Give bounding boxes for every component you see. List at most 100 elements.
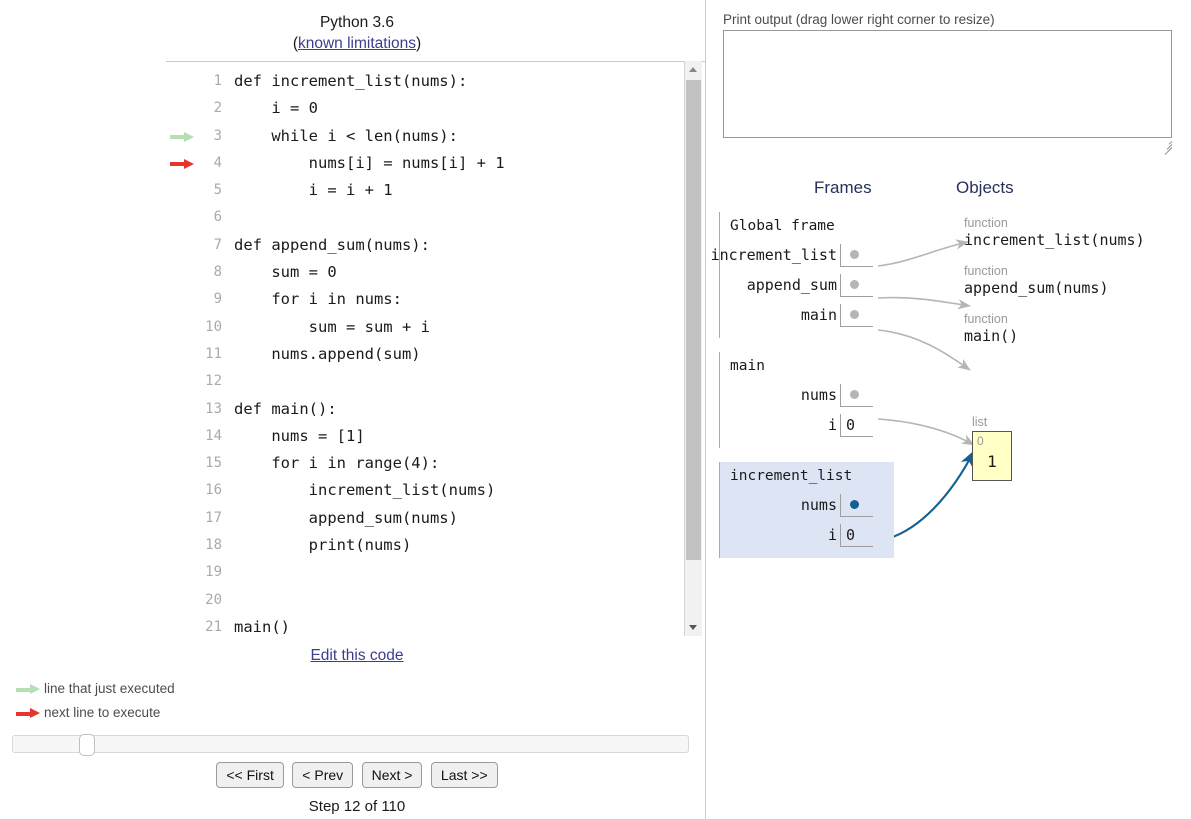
code-viewport[interactable]: 1 def increment_list(nums): 2 i = 03 while… [166, 68, 688, 636]
line-code: for i in nums: [234, 290, 402, 309]
frames-column: Global frame increment_list append_summain… [711, 212, 894, 572]
code-line-arrow-cell [166, 177, 196, 204]
first-button[interactable]: << First [216, 762, 284, 788]
line-code: main() [234, 617, 290, 636]
pointer-dot-icon [850, 280, 859, 289]
list-type-label: list [972, 415, 988, 429]
frame-variable-row: increment_list [711, 240, 894, 270]
edit-this-code-link[interactable]: Edit this code [166, 647, 548, 665]
object-label: main() [964, 327, 1019, 345]
step-counter: Step 12 of 110 [308, 798, 406, 815]
code-header: Python 3.6 (known limitations) [166, 12, 548, 54]
code-line[interactable]: 10 sum = sum + i [166, 314, 688, 341]
last-button[interactable]: Last >> [430, 762, 498, 788]
pointer-dot-icon [850, 390, 859, 399]
code-line[interactable]: 16 increment_list(nums) [166, 477, 688, 504]
frame-title: increment_list [730, 468, 853, 484]
variable-name: append_sum [746, 276, 837, 294]
code-line-arrow-cell [166, 95, 196, 122]
frame-variable-row: append_sum [720, 270, 894, 300]
line-number: 19 [205, 564, 222, 581]
code-line[interactable]: 13 def main(): [166, 396, 688, 423]
code-line-arrow-cell [166, 505, 196, 532]
line-number: 20 [205, 591, 222, 608]
line-number: 2 [213, 100, 222, 117]
stack-frame: Global frame increment_list append_summain [711, 212, 894, 338]
line-number: 21 [205, 618, 222, 635]
list-index-label: 0 [977, 434, 984, 448]
code-line[interactable]: 12 [166, 368, 688, 395]
code-line-arrow-cell [166, 559, 196, 586]
code-line[interactable]: 2 i = 0 [166, 95, 688, 122]
code-line[interactable]: 9 for i in nums: [166, 286, 688, 313]
green-arrow-icon [16, 684, 42, 695]
line-code: while i < len(nums): [234, 126, 458, 145]
line-number: 5 [213, 182, 222, 199]
code-line[interactable]: 18 print(nums) [166, 532, 688, 559]
variable-value: 0 [846, 416, 856, 434]
object-label: append_sum(nums) [964, 279, 1109, 297]
code-line[interactable]: 17 append_sum(nums) [166, 505, 688, 532]
step-slider[interactable] [12, 734, 689, 756]
object-type-label: function [964, 216, 1008, 230]
red-arrow-icon [16, 708, 42, 719]
pointer-dot-icon [850, 310, 859, 319]
code-line[interactable]: 1 def increment_list(nums): [166, 68, 688, 95]
code-line[interactable]: 14 nums = [1] [166, 423, 688, 450]
line-number: 7 [213, 236, 222, 253]
prev-button[interactable]: < Prev [292, 762, 354, 788]
print-output-textarea[interactable] [723, 30, 1172, 138]
stack-frame: main nums i 0 [719, 352, 894, 448]
legend-row-just-executed: line that just executed [12, 677, 175, 701]
code-line[interactable]: 19 [166, 559, 688, 586]
code-line-arrow-cell [166, 423, 196, 450]
variable-value-box [840, 384, 873, 407]
resize-handle-icon[interactable] [1161, 138, 1173, 155]
objects-header: Objects [956, 178, 1014, 197]
frame-title: Global frame [730, 218, 835, 234]
scroll-up-icon[interactable] [685, 61, 702, 78]
line-code: sum = sum + i [234, 317, 430, 336]
code-scrollbar[interactable] [684, 61, 702, 636]
line-number: 17 [205, 509, 222, 526]
heap-object: function main() [964, 312, 1184, 345]
code-line[interactable]: 6 [166, 204, 688, 231]
variable-value-box [840, 494, 873, 517]
line-code: nums.append(sum) [234, 344, 421, 363]
code-line[interactable]: 5 i = i + 1 [166, 177, 688, 204]
code-line[interactable]: 4 nums[i] = nums[i] + 1 [166, 150, 688, 177]
heap-object: function append_sum(nums) [964, 264, 1184, 297]
variable-value-box [840, 304, 873, 327]
code-scrollbar-thumb[interactable] [686, 80, 701, 560]
line-code: i = i + 1 [234, 181, 393, 200]
frame-variable-row: nums [720, 490, 894, 520]
next-button[interactable]: Next > [361, 762, 423, 788]
code-line-arrow-cell [166, 259, 196, 286]
code-line-arrow-cell [166, 123, 196, 150]
code-line[interactable]: 11 nums.append(sum) [166, 341, 688, 368]
code-line-arrow-cell [166, 314, 196, 341]
code-line-arrow-cell [166, 232, 196, 259]
code-line-arrow-cell [166, 150, 196, 177]
code-line[interactable]: 7 def append_sum(nums): [166, 232, 688, 259]
pointer-dot-icon [850, 500, 859, 509]
variable-value-box [840, 244, 873, 267]
line-number: 1 [213, 73, 222, 89]
code-line[interactable]: 20 [166, 587, 688, 614]
code-line[interactable]: 3 while i < len(nums): [166, 123, 688, 150]
code-line[interactable]: 8 sum = 0 [166, 259, 688, 286]
code-line[interactable]: 15 for i in range(4): [166, 450, 688, 477]
legend-label-next-line: next line to execute [44, 705, 161, 720]
scroll-down-icon[interactable] [685, 619, 702, 636]
code-line[interactable]: 21 main() [166, 614, 688, 636]
line-code: def append_sum(nums): [234, 235, 430, 254]
frame-variable-row: main [720, 300, 894, 330]
line-number: 12 [205, 373, 222, 390]
line-number: 13 [205, 400, 222, 417]
object-type-label: function [964, 264, 1008, 278]
variable-value-box: 0 [840, 524, 873, 547]
step-slider-thumb[interactable] [79, 734, 96, 756]
known-limitations-link[interactable]: known limitations [298, 35, 416, 52]
code-line-arrow-cell [166, 204, 196, 231]
code-panel: Python 3.6 (known limitations) 1 def incr… [0, 0, 705, 819]
